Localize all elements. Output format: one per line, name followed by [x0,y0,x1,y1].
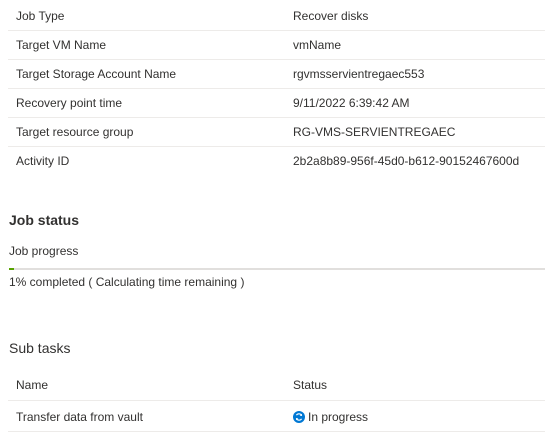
detail-value: RG-VMS-SERVIENTREGAEC [293,125,456,139]
job-details-list: Job Type Recover disks Target VM Name vm… [8,2,545,176]
detail-key: Target VM Name [16,38,107,52]
refresh-icon [293,411,305,423]
detail-key: Recovery point time [16,96,123,110]
detail-row-recovery-point-time: Recovery point time 9/11/2022 6:39:42 AM [8,89,545,118]
sub-tasks-heading: Sub tasks [9,340,71,356]
detail-row-target-storage-account: Target Storage Account Name rgvmsservien… [8,60,545,89]
detail-value: Recover disks [293,9,369,23]
detail-row-target-vm-name: Target VM Name vmName [8,31,545,60]
detail-value: rgvmsservientregaec553 [293,67,425,81]
column-header-name: Name [16,378,49,392]
detail-value: vmName [293,38,342,52]
detail-key: Target Storage Account Name [16,67,177,81]
table-header-row: Name Status [8,370,545,401]
table-row: Transfer data from vault In progress [8,401,545,432]
sub-task-status-label: In progress [308,410,369,424]
job-progress-label: Job progress [9,244,79,258]
detail-key: Activity ID [16,154,70,168]
job-progress-fill [9,268,15,270]
sub-tasks-table: Name Status Transfer data from vault In … [8,370,545,432]
detail-value: 2b2a8b89-956f-45d0-b612-90152467600d [293,154,520,168]
detail-key: Job Type [16,9,65,23]
job-status-heading: Job status [9,212,80,228]
sub-task-name: Transfer data from vault [16,410,143,424]
detail-key: Target resource group [16,125,134,139]
detail-row-target-resource-group: Target resource group RG-VMS-SERVIENTREG… [8,118,545,147]
job-progress-bar [9,268,545,270]
column-header-status: Status [293,378,328,392]
detail-row-activity-id: Activity ID 2b2a8b89-956f-45d0-b612-9015… [8,147,545,176]
sub-task-status: In progress [293,410,368,424]
detail-value: 9/11/2022 6:39:42 AM [293,96,410,110]
detail-row-job-type: Job Type Recover disks [8,2,545,31]
job-progress-text: 1% completed ( Calculating time remainin… [9,275,245,289]
